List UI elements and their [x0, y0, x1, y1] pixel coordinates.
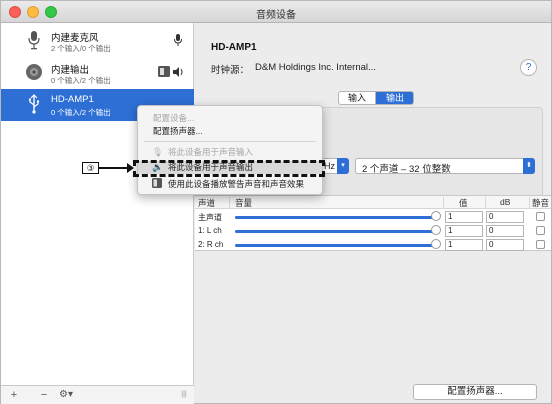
header-divider — [529, 197, 530, 208]
chevron-updown-icon: ⬍ — [523, 158, 535, 174]
speaker-icon — [25, 62, 43, 84]
menu-item-use-for-alerts[interactable]: 使用此设备播放警告声音和声音效果 — [138, 178, 322, 191]
volume-slider-knob[interactable] — [431, 211, 441, 221]
table-header: 声道 音量 值 dB 静音 — [195, 196, 551, 209]
format-select[interactable]: 2 个声道 – 32 位整数 ⬍ — [355, 158, 535, 175]
device-detail-panel: HD-AMP1 时钟源： D&M Holdings Inc. Internal.… — [195, 23, 551, 404]
format-value: 2 个声道 – 32 位整数 — [362, 164, 451, 175]
menu-item-configure-speakers[interactable]: 配置扬声器... — [138, 125, 322, 138]
device-name: HD-AMP1 — [51, 94, 94, 105]
header-volume: 音量 — [235, 198, 253, 208]
menu-separator — [144, 141, 316, 142]
device-io-count: 2 个输入/0 个输出 — [51, 44, 111, 53]
context-menu: 配置设备... 配置扬声器... 🎙 将此设备用于声音输入 🔈 将此设备用于声音… — [137, 105, 323, 195]
microphone-icon: 🎙 — [152, 147, 164, 157]
db-field[interactable]: 0 — [486, 225, 524, 237]
callout-arrow-line — [99, 167, 129, 169]
channel-volume-table: 声道 音量 值 dB 静音 主声道 1 0 1: L ch 1 0 2: R c… — [195, 195, 551, 251]
window-title: 音频设备 — [256, 10, 296, 21]
help-button[interactable]: ? — [520, 59, 537, 76]
header-channel: 声道 — [198, 198, 216, 208]
mute-checkbox[interactable] — [536, 226, 545, 235]
mute-checkbox[interactable] — [536, 212, 545, 221]
highlight-dashed-box — [133, 160, 325, 177]
title-bar: 音频设备 — [1, 1, 551, 23]
audio-devices-window: 音频设备 内建麦克风 2 个输入/0 个输出 内建输出 0 个输入/2 个输出 — [0, 0, 552, 404]
io-tab-switch: 输入 输出 — [338, 91, 414, 105]
menu-item-use-for-input[interactable]: 🎙 将此设备用于声音输入 — [138, 146, 322, 159]
volume-slider[interactable] — [235, 230, 435, 233]
volume-slider[interactable] — [235, 244, 435, 247]
tab-input[interactable]: 输入 — [339, 92, 376, 104]
menu-item-configure-device[interactable]: 配置设备... — [138, 112, 322, 125]
volume-slider-knob[interactable] — [431, 239, 441, 249]
microphone-icon — [25, 30, 43, 52]
device-item-builtin-microphone[interactable]: 内建麦克风 2 个输入/0 个输出 — [1, 25, 194, 57]
device-item-builtin-output[interactable]: 内建输出 0 个输入/2 个输出 — [1, 57, 194, 89]
usb-icon — [25, 94, 43, 116]
header-value: 值 — [459, 198, 468, 208]
device-list: 内建麦克风 2 个输入/0 个输出 内建输出 0 个输入/2 个输出 HD-AM… — [1, 23, 194, 404]
finder-speaker-icons — [158, 66, 184, 81]
device-io-count: 0 个输入/2 个输出 — [51, 76, 111, 85]
value-field[interactable]: 1 — [445, 239, 483, 251]
mute-checkbox[interactable] — [536, 240, 545, 249]
db-field[interactable]: 0 — [486, 239, 524, 251]
device-name: 内建麦克风 — [51, 33, 99, 44]
chevron-down-icon: ▾ — [337, 158, 349, 174]
device-io-count: 0 个输入/2 个输出 — [51, 108, 111, 117]
configure-speakers-button[interactable]: 配置扬声器... — [413, 384, 537, 400]
header-divider — [443, 197, 444, 208]
channel-name: 主声道 — [198, 213, 222, 222]
header-divider — [485, 197, 486, 208]
header-db: dB — [500, 197, 511, 207]
device-title: HD-AMP1 — [211, 42, 257, 53]
table-row: 2: R ch 1 0 — [195, 238, 551, 252]
header-mute: 静音 — [532, 198, 550, 208]
value-field[interactable]: 1 — [445, 211, 483, 223]
header-divider — [229, 197, 230, 208]
menu-item-label: 配置扬声器... — [153, 126, 203, 136]
channel-name: 2: R ch — [198, 240, 224, 249]
table-row: 主声道 1 0 — [195, 210, 551, 224]
sample-rate-value: Hz — [324, 161, 335, 171]
sidebar-toolbar: + − ⚙▾ ||| — [1, 385, 194, 404]
resize-handle[interactable]: ||| — [179, 388, 189, 402]
microphone-small-icon — [174, 34, 182, 49]
volume-slider[interactable] — [235, 216, 435, 219]
tab-output[interactable]: 输出 — [376, 92, 413, 104]
add-device-button[interactable]: + — [7, 388, 21, 402]
menu-item-label: 将此设备用于声音输入 — [168, 147, 254, 157]
value-field[interactable]: 1 — [445, 225, 483, 237]
device-name: 内建输出 — [51, 65, 90, 76]
callout-number: ③ — [82, 162, 99, 174]
menu-item-label: 使用此设备播放警告声音和声音效果 — [168, 179, 305, 189]
finder-icon — [152, 178, 162, 192]
volume-slider-knob[interactable] — [431, 225, 441, 235]
table-row: 1: L ch 1 0 — [195, 224, 551, 238]
remove-device-button[interactable]: − — [37, 388, 51, 402]
gear-menu-button[interactable]: ⚙▾ — [55, 388, 77, 402]
channel-name: 1: L ch — [198, 226, 222, 235]
callout-arrow-head — [127, 163, 134, 173]
menu-item-label: 配置设备... — [153, 113, 195, 123]
clock-source-value[interactable]: D&M Holdings Inc. Internal... — [255, 62, 376, 73]
db-field[interactable]: 0 — [486, 211, 524, 223]
clock-source-label: 时钟源： — [211, 65, 250, 76]
